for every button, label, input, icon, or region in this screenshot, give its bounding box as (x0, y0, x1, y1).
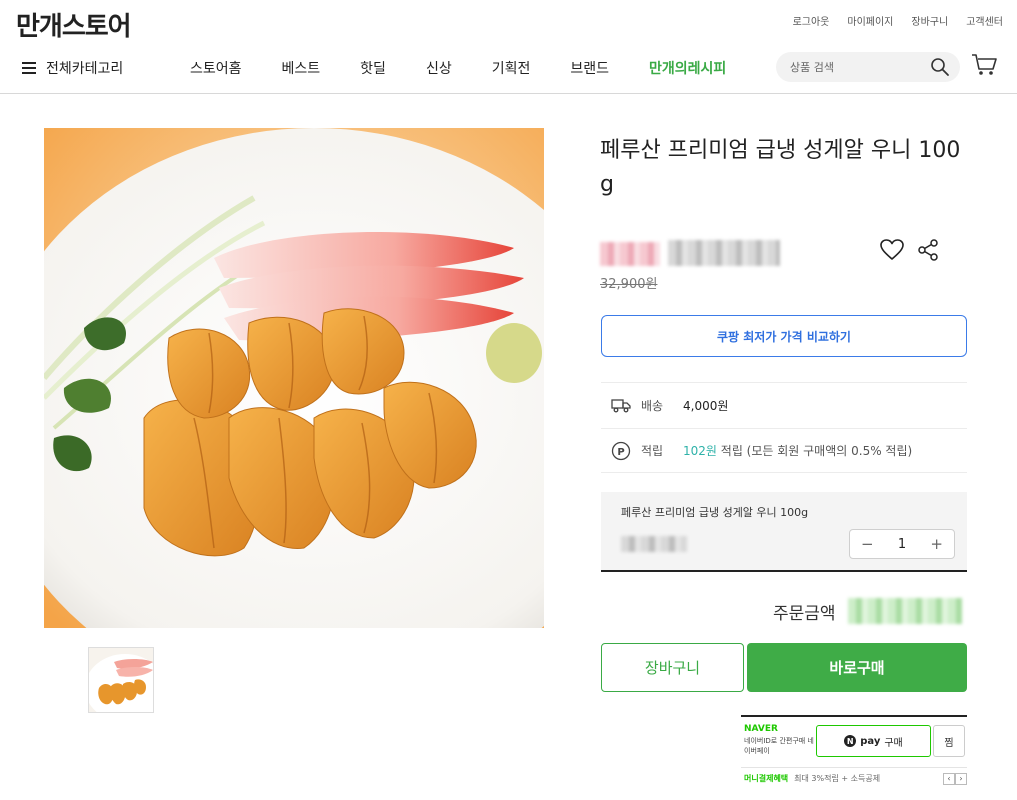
sea-urchin-plate-illustration (44, 128, 544, 628)
buy-now-button[interactable]: 바로구매 (747, 643, 967, 692)
mypage-link[interactable]: 마이페이지 (847, 13, 893, 28)
nav-item-hotdeal[interactable]: 핫딜 (360, 58, 386, 78)
nav-item-brand[interactable]: 브랜드 (570, 58, 609, 78)
product-main-image (44, 128, 544, 628)
naverpay-box: NAVER 네이버ID로 간편구매 네이버페이 N pay 구매 찜 머니결제혜… (741, 715, 967, 800)
original-price: 32,900원 (600, 277, 658, 292)
benefit-pager: ‹ › (943, 772, 967, 785)
menu-icon (22, 62, 36, 74)
truck-icon (611, 397, 641, 413)
discount-rate-redacted (600, 242, 660, 266)
heart-icon[interactable] (879, 238, 905, 262)
logout-link[interactable]: 로그아웃 (793, 13, 830, 28)
product-title: 페루산 프리미엄 급냉 성게알 우니 100g (600, 138, 961, 197)
nav-item-recipe[interactable]: 만개의레시피 (649, 58, 726, 78)
nav-item-exhibition[interactable]: 기획전 (492, 58, 531, 78)
naverpay-buy-button[interactable]: N pay 구매 (816, 725, 931, 757)
cart-icon[interactable] (970, 52, 998, 78)
total-price-redacted (848, 598, 962, 624)
quantity-stepper: − 1 + (849, 529, 955, 559)
nav-menu: 스토어홈 베스트 핫딜 신상 기획전 브랜드 만개의레시피 (190, 58, 766, 78)
utility-links: 로그아웃 마이페이지 장바구니 고객센터 (793, 13, 1003, 28)
search-icon[interactable] (930, 57, 950, 77)
customer-center-link[interactable]: 고객센터 (966, 13, 1003, 28)
search-box (776, 52, 960, 82)
naverpay-buy-label: 구매 (884, 737, 903, 749)
points-amount: 102원 (683, 444, 717, 458)
option-price-redacted (621, 536, 687, 552)
selected-option-box: 페루산 프리미엄 급냉 성게알 우니 100g − 1 + (601, 492, 967, 572)
points-label: 적립 (641, 444, 664, 458)
share-icon[interactable] (917, 238, 939, 262)
naverpay-label: pay (860, 735, 881, 747)
svg-text:P: P (617, 447, 624, 458)
chevron-left-icon[interactable]: ‹ (943, 772, 955, 785)
quantity-decrease-button[interactable]: − (850, 535, 885, 553)
all-categories-button[interactable]: 전체카테고리 (22, 58, 123, 78)
naverpay-benefit-bar: 머니결제혜택 최대 3%적립 + 소득공제 ‹ › (741, 767, 967, 789)
quantity-increase-button[interactable]: + (919, 535, 954, 553)
nav-item-new[interactable]: 신상 (426, 58, 452, 78)
add-to-cart-button[interactable]: 장바구니 (601, 643, 744, 692)
main-nav: 전체카테고리 스토어홈 베스트 핫딜 신상 기획전 브랜드 만개의레시피 (0, 44, 1017, 94)
naver-logo: NAVER (744, 724, 778, 734)
sale-price-redacted (668, 240, 780, 266)
price-compare-button[interactable]: 쿠팡 최저가 가격 비교하기 (601, 315, 967, 357)
shipping-row: 배송 4,000원 (601, 382, 967, 427)
cart-link[interactable]: 장바구니 (911, 13, 948, 28)
store-logo[interactable]: 만개스토어 (16, 6, 132, 43)
points-icon: P (611, 441, 641, 461)
total-label: 주문금액 (773, 604, 836, 624)
naverpay-benefit-title: 머니결제혜택 (744, 774, 789, 783)
search-input[interactable] (790, 52, 930, 82)
shipping-label: 배송 (641, 398, 664, 413)
shipping-fee: 4,000원 (683, 398, 729, 413)
quantity-value[interactable]: 1 (885, 537, 920, 552)
product-thumbnail[interactable] (88, 647, 154, 713)
all-categories-label: 전체카테고리 (46, 61, 124, 77)
points-row: P 적립 102원 적립 (모든 회원 구매액의 0.5% 적립) (601, 428, 967, 473)
naver-n-icon: N (844, 735, 857, 747)
points-note: 적립 (모든 회원 구매액의 0.5% 적립) (720, 444, 913, 458)
nav-item-best[interactable]: 베스트 (282, 58, 321, 78)
nav-item-store-home[interactable]: 스토어홈 (190, 58, 242, 78)
naverpay-benefit-text: 최대 3%적립 + 소득공제 (794, 774, 881, 783)
option-name: 페루산 프리미엄 급냉 성게알 우니 100g (621, 506, 809, 519)
thumbnail-image (89, 648, 153, 712)
naverpay-wishlist-button[interactable]: 찜 (933, 725, 965, 757)
chevron-right-icon[interactable]: › (955, 772, 967, 785)
naverpay-description: 네이버ID로 간편구매 네이버페이 (744, 737, 814, 755)
